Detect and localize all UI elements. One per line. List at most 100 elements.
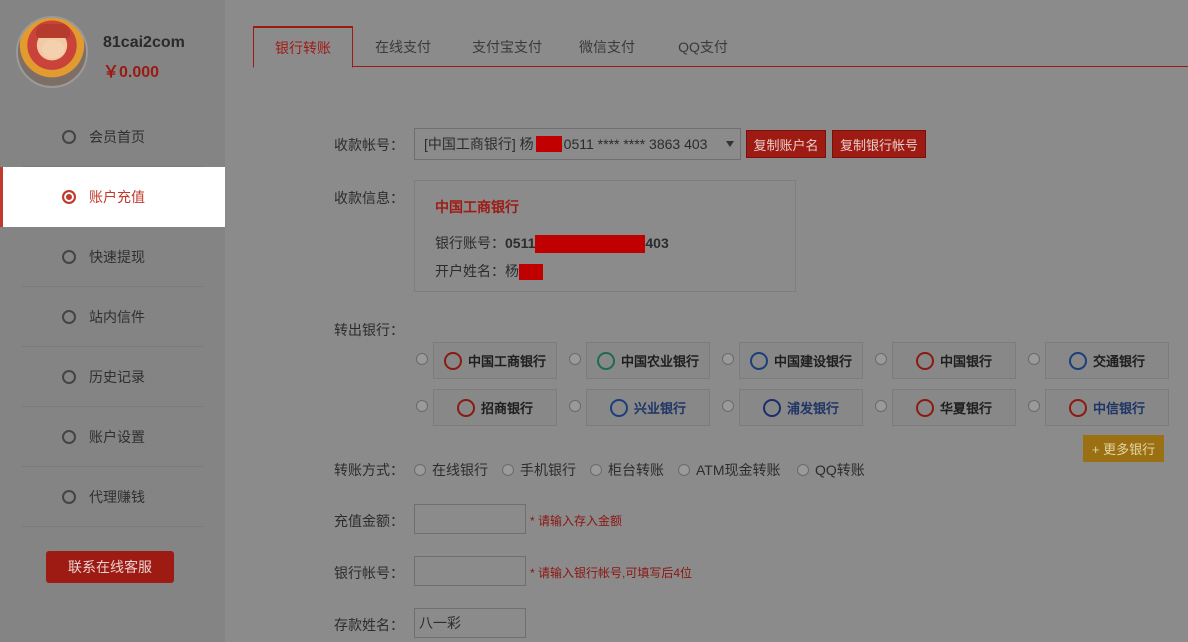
bank-option-citic[interactable]: 中信银行 — [1045, 389, 1169, 426]
method-radio[interactable] — [590, 464, 602, 476]
copy-account-name-button[interactable]: 复制账户名 — [746, 130, 826, 158]
bank-name: 浦发银行 — [786, 401, 839, 416]
method-radio[interactable] — [414, 464, 426, 476]
citic-logo-icon — [1068, 398, 1087, 417]
sidebar: 81cai2com ￥0.000 会员首页 账户充值 快速提现 站内信件 历史记… — [0, 0, 229, 642]
tab-wechat-pay[interactable]: 微信支付 — [563, 26, 651, 67]
bank-radio-spdb[interactable] — [722, 400, 734, 412]
info-account-suffix: 403 — [645, 235, 669, 251]
bank-number-label: 银行帐号： — [334, 565, 404, 581]
bank-radio-cib[interactable] — [569, 400, 581, 412]
bank-option-ccb[interactable]: 中国建设银行 — [739, 342, 863, 379]
receive-info-label: 收款信息： — [334, 190, 404, 206]
sidebar-item-mail[interactable]: 站内信件 — [0, 287, 225, 347]
info-account-label: 银行账号： — [435, 235, 505, 251]
abc-logo-icon — [596, 351, 615, 370]
bank-name: 华夏银行 — [939, 401, 992, 416]
bank-name: 中国农业银行 — [620, 354, 699, 369]
transfer-method-label: 转账方式： — [334, 462, 404, 478]
sidebar-item-deposit[interactable]: 账户充值 — [0, 167, 229, 227]
bcm-logo-icon — [1068, 351, 1087, 370]
bank-radio-icbc[interactable] — [416, 353, 428, 365]
method-label: 柜台转账 — [608, 462, 664, 478]
ccb-logo-icon — [749, 351, 768, 370]
sidebar-item-history[interactable]: 历史记录 — [0, 347, 225, 407]
avatar — [16, 16, 88, 88]
bank-radio-bcm[interactable] — [1028, 353, 1040, 365]
tab-online-payment[interactable]: 在线支付 — [359, 26, 447, 67]
receive-account-value-suffix: 0511 **** **** 3863 403 — [563, 136, 708, 152]
bank-option-cmb[interactable]: 招商银行 — [433, 389, 557, 426]
method-radio[interactable] — [678, 464, 690, 476]
sidebar-item-label: 账户设置 — [89, 429, 145, 445]
chevron-down-icon — [726, 141, 734, 147]
bank-option-spdb[interactable]: 浦发银行 — [739, 389, 863, 426]
payment-tabs: 银行转账 在线支付 支付宝支付 微信支付 QQ支付 — [253, 26, 1188, 68]
method-radio[interactable] — [502, 464, 514, 476]
bank-option-cib[interactable]: 兴业银行 — [586, 389, 710, 426]
spdb-logo-icon — [762, 398, 781, 417]
bank-name: 交通银行 — [1092, 354, 1145, 369]
bank-option-abc[interactable]: 中国农业银行 — [586, 342, 710, 379]
receive-account-label: 收款帐号： — [334, 137, 404, 153]
bank-radio-cmb[interactable] — [416, 400, 428, 412]
sidebar-item-label: 快速提现 — [89, 249, 145, 265]
sidebar-item-agent[interactable]: 代理赚钱 — [0, 467, 225, 527]
out-bank-label: 转出银行： — [334, 322, 404, 338]
bank-option-hxb[interactable]: 华夏银行 — [892, 389, 1016, 426]
bank-radio-ccb[interactable] — [722, 353, 734, 365]
cib-logo-icon — [609, 398, 628, 417]
bank-option-boc[interactable]: 中国银行 — [892, 342, 1016, 379]
bank-radio-hxb[interactable] — [875, 400, 887, 412]
bank-name: 中国建设银行 — [773, 354, 852, 369]
icbc-logo-icon — [443, 351, 462, 370]
hxb-logo-icon — [915, 398, 934, 417]
agent-icon — [62, 490, 76, 504]
method-label: QQ转账 — [815, 462, 865, 478]
method-option-mobile-bank[interactable]: 手机银行 — [502, 460, 576, 480]
bank-radio-citic[interactable] — [1028, 400, 1040, 412]
bank-number-hint: * 请输入银行帐号,可填写后4位 — [530, 566, 693, 580]
sidebar-item-label: 代理赚钱 — [89, 489, 145, 505]
contact-service-button[interactable]: 联系在线客服 — [46, 551, 174, 583]
tab-bank-transfer[interactable]: 银行转账 — [253, 26, 353, 68]
bank-option-bcm[interactable]: 交通银行 — [1045, 342, 1169, 379]
method-option-counter[interactable]: 柜台转账 — [590, 460, 664, 480]
history-icon — [62, 370, 76, 384]
amount-label: 充值金额： — [334, 513, 404, 529]
tab-alipay[interactable]: 支付宝支付 — [457, 26, 557, 67]
username: 81cai2com — [103, 34, 185, 51]
method-radio[interactable] — [797, 464, 809, 476]
depositor-name-label: 存款姓名： — [334, 617, 404, 633]
sidebar-item-withdraw[interactable]: 快速提现 — [0, 227, 225, 287]
bank-radio-abc[interactable] — [569, 353, 581, 365]
method-label: 手机银行 — [520, 462, 576, 478]
receive-account-select[interactable]: [中国工商银行] 杨 0511 **** **** 3863 403 — [414, 128, 741, 160]
method-option-online-bank[interactable]: 在线银行 — [414, 460, 488, 480]
method-option-qq[interactable]: QQ转账 — [797, 460, 865, 480]
redaction-block — [519, 264, 543, 281]
sidebar-item-settings[interactable]: 账户设置 — [0, 407, 225, 467]
more-banks-button[interactable]: + 更多银行 — [1083, 435, 1164, 462]
method-label: 在线银行 — [432, 462, 488, 478]
sidebar-item-home[interactable]: 会员首页 — [0, 107, 225, 167]
amount-input[interactable] — [414, 504, 526, 534]
receive-account-value-prefix: [中国工商银行] 杨 — [424, 136, 534, 152]
withdraw-icon — [62, 250, 76, 264]
balance: ￥0.000 — [103, 64, 160, 81]
bank-name: 兴业银行 — [633, 401, 686, 416]
depositor-name-input[interactable]: 八一彩 — [414, 608, 526, 638]
redaction-block — [535, 235, 646, 254]
bank-radio-boc[interactable] — [875, 353, 887, 365]
profile: 81cai2com ￥0.000 — [0, 0, 225, 105]
bank-option-icbc[interactable]: 中国工商银行 — [433, 342, 557, 379]
boc-logo-icon — [915, 351, 934, 370]
tab-qq-pay[interactable]: QQ支付 — [663, 26, 743, 67]
settings-icon — [62, 430, 76, 444]
method-option-atm[interactable]: ATM现金转账 — [678, 460, 781, 480]
bank-name: 中信银行 — [1092, 401, 1145, 416]
copy-bank-account-button[interactable]: 复制银行帐号 — [832, 130, 926, 158]
bank-number-input[interactable] — [414, 556, 526, 586]
amount-hint: * 请输入存入金额 — [530, 514, 623, 528]
sidebar-item-label: 账户充值 — [89, 189, 145, 205]
